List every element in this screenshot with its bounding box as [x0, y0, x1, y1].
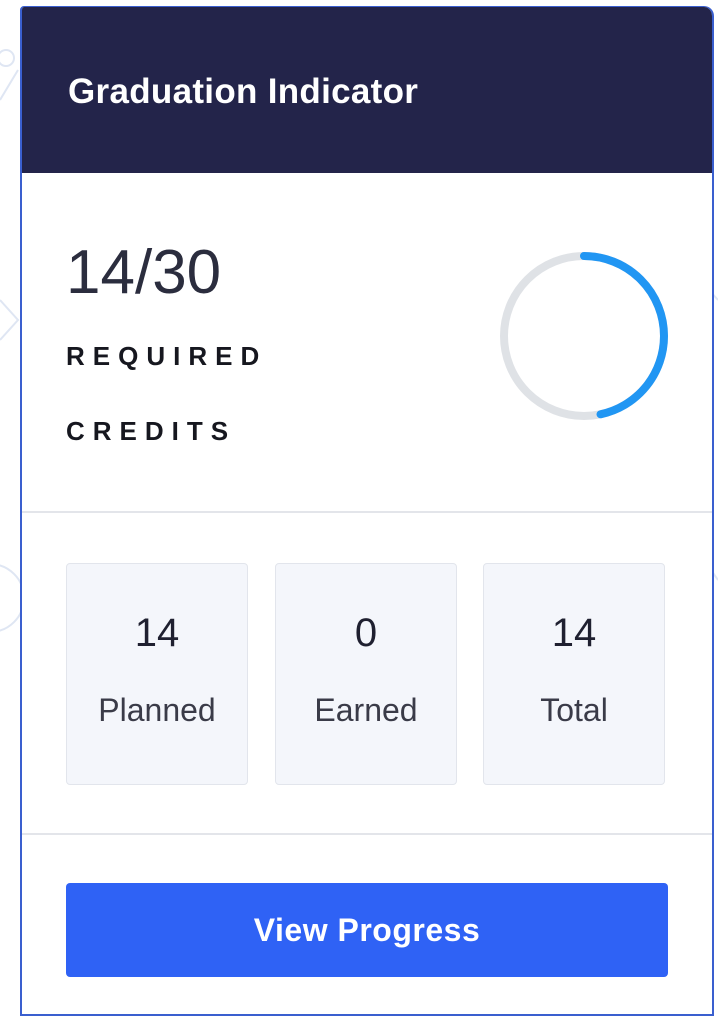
credits-caption-line2: CREDITS — [66, 416, 237, 446]
stat-planned: 14 Planned — [66, 563, 248, 785]
credits-summary: 14/30 REQUIRED CREDITS — [22, 173, 712, 511]
stat-earned-value: 0 — [354, 611, 378, 655]
stat-planned-label: Planned — [98, 692, 216, 728]
credits-progress-ring — [500, 252, 668, 420]
credits-value: 14/30 — [66, 238, 222, 307]
stat-total-value: 14 — [551, 611, 597, 655]
card-header: Graduation Indicator — [22, 7, 712, 173]
card-footer: View Progress — [22, 835, 712, 1014]
stat-total-label: Total — [540, 692, 608, 728]
view-progress-button[interactable]: View Progress — [66, 883, 668, 977]
stat-earned: 0 Earned — [275, 563, 457, 785]
graduation-indicator-card: Graduation Indicator 14/30 REQUIRED CRED… — [20, 6, 714, 1016]
card-title: Graduation Indicator — [68, 72, 419, 111]
stat-earned-label: Earned — [314, 692, 418, 728]
credit-stats: 14 Planned 0 Earned 14 Total — [22, 513, 712, 833]
stat-planned-value: 14 — [134, 611, 180, 655]
stat-total: 14 Total — [483, 563, 665, 785]
credits-caption-line1: REQUIRED — [66, 341, 268, 371]
